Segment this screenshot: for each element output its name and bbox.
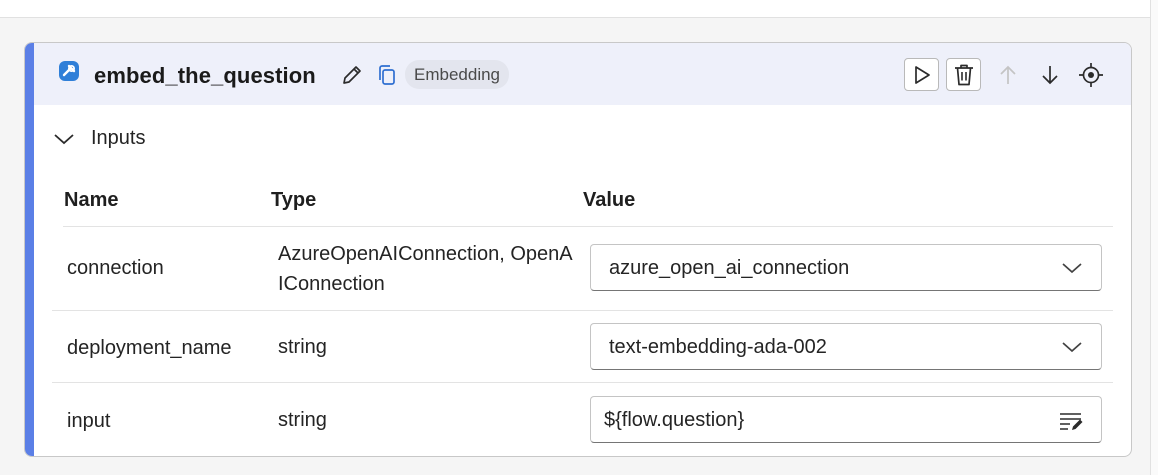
inputs-section-label: Inputs (91, 127, 146, 149)
input-type-line: string (278, 409, 327, 431)
locate-button[interactable] (1078, 62, 1104, 88)
node-card: embed_the_question Embedding Inputs Name… (24, 42, 1132, 457)
top-strip (0, 0, 1150, 18)
input-name: connection (67, 257, 164, 279)
arrow-down-icon (1042, 66, 1058, 85)
run-button[interactable] (904, 58, 939, 91)
node-type-badge: Embedding (405, 60, 510, 89)
connection-dropdown-value: azure_open_ai_connection (609, 257, 850, 279)
input-name: deployment_name (67, 337, 232, 359)
pencil-icon[interactable] (340, 63, 364, 87)
input-type: string (278, 405, 327, 435)
input-name: input (67, 410, 111, 432)
node-accent-bar (25, 43, 34, 456)
connection-dropdown[interactable]: azure_open_ai_connection (590, 244, 1102, 291)
delete-button[interactable] (946, 58, 981, 91)
input-value-text: ${flow.question} (604, 409, 745, 431)
text-wrap-icon[interactable] (1057, 409, 1085, 433)
trash-icon (954, 64, 973, 85)
scrollbar-track[interactable] (1150, 0, 1158, 475)
chevron-down-icon (1062, 263, 1082, 274)
inputs-table-header: Name Type Value (63, 187, 1113, 227)
input-type: string (278, 332, 327, 362)
chevron-down-icon (54, 133, 74, 144)
input-type-line: AzureOpenAIConnection, OpenA (278, 243, 573, 265)
table-row: input string ${flow.question} (52, 383, 1113, 456)
column-header-type: Type (271, 189, 317, 211)
move-down-button[interactable] (1037, 62, 1063, 88)
arrow-up-icon (1000, 65, 1016, 84)
table-row: deployment_name string text-embedding-ad… (52, 311, 1113, 383)
inputs-section-toggle[interactable]: Inputs (53, 127, 145, 150)
python-tool-icon (59, 61, 79, 81)
deployment-name-dropdown-value: text-embedding-ada-002 (609, 336, 827, 358)
node-title: embed_the_question (94, 63, 316, 88)
input-type-line: IConnection (278, 273, 385, 295)
column-header-name: Name (64, 189, 119, 211)
chevron-down-icon (1062, 342, 1082, 353)
column-header-value: Value (583, 189, 636, 211)
copy-icon[interactable] (376, 64, 398, 86)
target-icon (1079, 63, 1103, 87)
move-up-button[interactable] (995, 62, 1021, 88)
input-type: AzureOpenAIConnection, OpenA IConnection (278, 239, 573, 299)
node-header: embed_the_question Embedding (34, 43, 1131, 105)
deployment-name-dropdown[interactable]: text-embedding-ada-002 (590, 323, 1102, 370)
input-value-field[interactable]: ${flow.question} (590, 396, 1102, 443)
play-icon (914, 65, 930, 84)
table-row: connection AzureOpenAIConnection, OpenA … (52, 227, 1113, 311)
input-type-line: string (278, 336, 327, 358)
